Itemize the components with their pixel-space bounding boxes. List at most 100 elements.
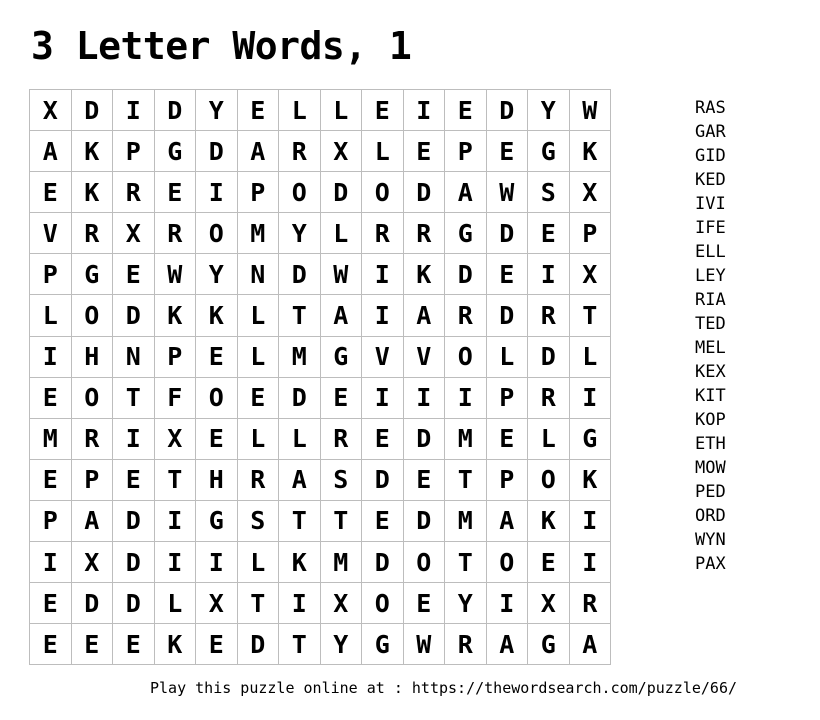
grid-cell[interactable]: A <box>70 499 113 543</box>
grid-cell[interactable]: K <box>527 499 570 543</box>
grid-cell[interactable]: P <box>485 458 528 501</box>
grid-cell[interactable]: G <box>70 253 113 296</box>
grid-cell[interactable]: D <box>485 212 528 255</box>
grid-cell[interactable]: O <box>444 335 487 378</box>
grid-cell[interactable]: G <box>153 130 196 173</box>
grid-cell[interactable]: I <box>153 541 196 584</box>
grid-cell[interactable]: T <box>153 458 196 501</box>
grid-cell[interactable]: T <box>444 458 487 501</box>
grid-cell[interactable]: D <box>485 88 528 132</box>
grid-cell[interactable]: E <box>70 623 113 666</box>
grid-cell[interactable]: R <box>70 417 113 460</box>
grid-cell[interactable]: R <box>444 623 487 666</box>
grid-cell[interactable]: K <box>153 623 196 666</box>
grid-cell[interactable]: M <box>444 499 487 543</box>
grid-cell[interactable]: K <box>70 171 113 214</box>
grid-cell[interactable]: O <box>527 458 570 501</box>
grid-cell[interactable]: R <box>153 212 196 255</box>
grid-cell[interactable]: T <box>278 623 321 666</box>
grid-cell[interactable]: V <box>29 212 72 255</box>
grid-cell[interactable]: G <box>319 335 362 378</box>
grid-cell[interactable]: X <box>29 88 72 132</box>
grid-cell[interactable]: E <box>195 623 238 666</box>
grid-cell[interactable]: S <box>236 499 279 543</box>
grid-cell[interactable]: A <box>278 458 321 501</box>
grid-cell[interactable]: R <box>112 171 155 214</box>
grid-cell[interactable]: I <box>29 335 72 378</box>
grid-cell[interactable]: X <box>568 171 611 214</box>
grid-cell[interactable]: R <box>361 212 404 255</box>
grid-cell[interactable]: I <box>527 253 570 296</box>
grid-cell[interactable]: X <box>568 253 611 296</box>
grid-cell[interactable]: X <box>195 582 238 625</box>
grid-cell[interactable]: I <box>485 582 528 625</box>
grid-cell[interactable]: E <box>527 541 570 584</box>
grid-cell[interactable]: I <box>29 541 72 584</box>
grid-cell[interactable]: G <box>195 499 238 543</box>
grid-cell[interactable]: L <box>568 335 611 378</box>
grid-cell[interactable]: L <box>527 417 570 460</box>
grid-cell[interactable]: E <box>485 417 528 460</box>
grid-cell[interactable]: O <box>402 541 445 584</box>
grid-cell[interactable]: X <box>319 582 362 625</box>
grid-cell[interactable]: D <box>112 499 155 543</box>
grid-cell[interactable]: R <box>70 212 113 255</box>
grid-cell[interactable]: I <box>153 499 196 543</box>
grid-cell[interactable]: E <box>29 458 72 501</box>
grid-cell[interactable]: O <box>70 294 113 337</box>
grid-cell[interactable]: D <box>444 253 487 296</box>
grid-cell[interactable]: K <box>278 541 321 584</box>
grid-cell[interactable]: R <box>236 458 279 501</box>
grid-cell[interactable]: I <box>361 294 404 337</box>
grid-cell[interactable]: I <box>402 88 445 132</box>
grid-cell[interactable]: K <box>153 294 196 337</box>
grid-cell[interactable]: K <box>568 130 611 173</box>
grid-cell[interactable]: Y <box>319 623 362 666</box>
grid-cell[interactable]: O <box>278 171 321 214</box>
grid-cell[interactable]: L <box>29 294 72 337</box>
grid-cell[interactable]: I <box>361 253 404 296</box>
grid-cell[interactable]: D <box>112 294 155 337</box>
grid-cell[interactable]: A <box>29 130 72 173</box>
grid-cell[interactable]: E <box>402 458 445 501</box>
grid-cell[interactable]: A <box>485 499 528 543</box>
grid-cell[interactable]: O <box>361 582 404 625</box>
grid-cell[interactable]: E <box>527 212 570 255</box>
grid-cell[interactable]: E <box>29 582 72 625</box>
grid-cell[interactable]: D <box>112 541 155 584</box>
grid-cell[interactable]: O <box>70 376 113 419</box>
grid-cell[interactable]: K <box>70 130 113 173</box>
grid-cell[interactable]: P <box>568 212 611 255</box>
grid-cell[interactable]: R <box>568 582 611 625</box>
grid-cell[interactable]: R <box>402 212 445 255</box>
grid-cell[interactable]: O <box>361 171 404 214</box>
grid-cell[interactable]: I <box>361 376 404 419</box>
grid-cell[interactable]: E <box>319 376 362 419</box>
grid-cell[interactable]: E <box>361 499 404 543</box>
grid-cell[interactable]: M <box>444 417 487 460</box>
grid-cell[interactable]: D <box>319 171 362 214</box>
grid-cell[interactable]: E <box>402 582 445 625</box>
grid-cell[interactable]: L <box>361 130 404 173</box>
grid-cell[interactable]: E <box>402 130 445 173</box>
grid-cell[interactable]: M <box>319 541 362 584</box>
grid-cell[interactable]: A <box>402 294 445 337</box>
grid-cell[interactable]: I <box>112 417 155 460</box>
grid-cell[interactable]: M <box>278 335 321 378</box>
grid-cell[interactable]: E <box>444 88 487 132</box>
grid-cell[interactable]: N <box>236 253 279 296</box>
grid-cell[interactable]: T <box>236 582 279 625</box>
grid-cell[interactable]: N <box>112 335 155 378</box>
grid-cell[interactable]: K <box>402 253 445 296</box>
grid-cell[interactable]: M <box>236 212 279 255</box>
grid-cell[interactable]: L <box>319 212 362 255</box>
grid-cell[interactable]: Y <box>527 88 570 132</box>
grid-cell[interactable]: R <box>527 376 570 419</box>
grid-cell[interactable]: R <box>319 417 362 460</box>
grid-cell[interactable]: L <box>485 335 528 378</box>
grid-cell[interactable]: P <box>29 499 72 543</box>
grid-cell[interactable]: G <box>527 130 570 173</box>
grid-cell[interactable]: X <box>527 582 570 625</box>
grid-cell[interactable]: P <box>153 335 196 378</box>
grid-cell[interactable]: A <box>236 130 279 173</box>
